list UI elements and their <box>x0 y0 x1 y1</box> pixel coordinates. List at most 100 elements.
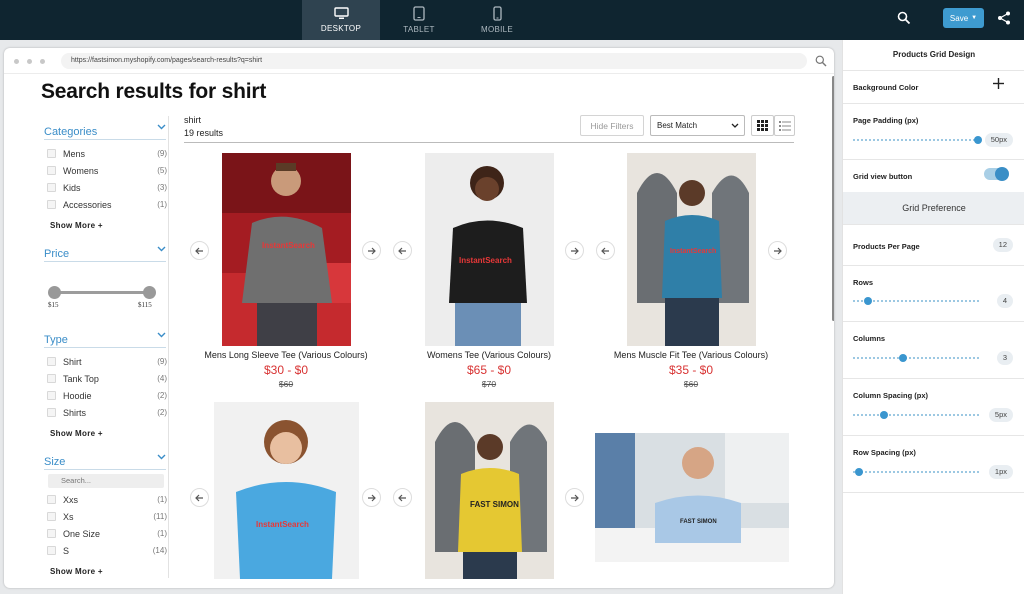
prev-image-button[interactable] <box>190 488 209 507</box>
slider-handle[interactable] <box>855 468 863 476</box>
tab-mobile[interactable]: MOBILE <box>458 0 536 40</box>
page-padding-label: Page Padding (px) <box>853 116 919 125</box>
settings-panel: Products Grid Design Background Color Pa… <box>842 40 1024 594</box>
products-per-page-row: Products Per Page 12 <box>843 224 1024 265</box>
row-spacing-label: Row Spacing (px) <box>853 448 916 457</box>
columns-row: Columns 3 <box>843 321 1024 378</box>
prev-image-button[interactable] <box>596 241 615 260</box>
filter-option[interactable]: Tank Top (4) <box>47 373 167 387</box>
size-search-input[interactable]: Search... <box>48 474 164 488</box>
filter-option[interactable]: Hoodie (2) <box>47 390 167 404</box>
background-color-label: Background Color <box>853 83 919 92</box>
rows-label: Rows <box>853 278 874 287</box>
slider-handle[interactable] <box>864 297 872 305</box>
product-title[interactable]: Womens Tee (Various Colours) <box>389 350 589 360</box>
checkbox[interactable] <box>47 149 56 158</box>
slider-handle[interactable] <box>880 411 888 419</box>
price-range-slider[interactable]: $15 $115 <box>48 286 156 309</box>
next-image-button[interactable] <box>565 488 584 507</box>
filter-option[interactable]: Shirts (2) <box>47 407 167 421</box>
filter-option[interactable]: Accessories (1) <box>47 199 167 213</box>
product-image[interactable]: InstantSearch <box>222 153 351 346</box>
next-image-button[interactable] <box>362 488 381 507</box>
shirt-logo-text: FAST SIMON <box>680 519 717 525</box>
sort-select[interactable]: Best Match <box>650 115 745 136</box>
product-image[interactable]: InstantSearch <box>627 153 756 346</box>
columns-slider[interactable] <box>853 357 979 359</box>
checkbox[interactable] <box>47 357 56 366</box>
column-spacing-label: Column Spacing (px) <box>853 391 928 400</box>
filter-option[interactable]: One Size (1) <box>47 528 167 542</box>
checkbox[interactable] <box>47 391 56 400</box>
product-image[interactable]: InstantSearch <box>425 153 554 346</box>
checkbox[interactable] <box>47 495 56 504</box>
slider-handle[interactable] <box>974 136 982 144</box>
show-more-button[interactable]: Show More + <box>50 221 103 230</box>
products-per-page-value[interactable]: 12 <box>992 238 1013 252</box>
row-spacing-slider[interactable] <box>853 471 979 473</box>
list-view-button[interactable] <box>774 115 795 136</box>
product-image[interactable]: FAST SIMON <box>595 433 789 562</box>
arrow-right-icon <box>368 247 376 254</box>
next-image-button[interactable] <box>768 241 787 260</box>
checkbox[interactable] <box>47 529 56 538</box>
share-icon[interactable] <box>997 11 1011 25</box>
filter-option[interactable]: Womens (5) <box>47 165 167 179</box>
slider-handle[interactable] <box>899 354 907 362</box>
filter-header-price[interactable]: Price <box>44 244 166 262</box>
search-icon[interactable] <box>815 55 827 67</box>
product-image[interactable]: FAST SIMON <box>425 402 554 579</box>
filter-header-categories[interactable]: Categories <box>44 122 166 140</box>
product-title[interactable]: Mens Muscle Fit Tee (Various Colours) <box>591 350 791 360</box>
page-padding-slider[interactable] <box>853 139 979 141</box>
prev-image-button[interactable] <box>190 241 209 260</box>
tab-desktop[interactable]: DESKTOP <box>302 0 380 40</box>
filter-option[interactable]: Shirt (9) <box>47 356 167 370</box>
product-image[interactable]: InstantSearch <box>214 402 359 579</box>
desktop-icon <box>333 7 349 19</box>
slider-max-handle[interactable] <box>143 286 156 299</box>
filter-option-label: Tank Top <box>63 374 99 384</box>
filter-option[interactable]: Xs (11) <box>47 511 167 525</box>
checkbox[interactable] <box>47 512 56 521</box>
grid-view-button[interactable] <box>751 115 774 136</box>
filter-option-count: (1) <box>157 200 167 209</box>
filter-option[interactable]: Kids (3) <box>47 182 167 196</box>
mobile-icon <box>492 6 502 21</box>
prev-image-button[interactable] <box>393 488 412 507</box>
scrollbar[interactable] <box>832 76 834 321</box>
slider-track <box>50 291 150 294</box>
page-padding-value: 50px <box>984 133 1013 147</box>
filter-option[interactable]: Mens (9) <box>47 148 167 162</box>
column-spacing-slider[interactable] <box>853 414 979 416</box>
search-icon[interactable] <box>897 11 911 25</box>
show-more-button[interactable]: Show More + <box>50 567 103 576</box>
checkbox[interactable] <box>47 200 56 209</box>
checkbox[interactable] <box>47 546 56 555</box>
plus-icon[interactable] <box>993 78 1004 89</box>
tab-tablet[interactable]: TABLET <box>380 0 458 40</box>
product-title[interactable]: Mens Long Sleeve Tee (Various Colours) <box>186 350 386 360</box>
show-more-button[interactable]: Show More + <box>50 429 103 438</box>
caret-down-icon: ▼ <box>971 15 978 21</box>
slider-min-handle[interactable] <box>48 286 61 299</box>
price-min-label: $15 <box>48 301 59 309</box>
grid-view-toggle[interactable] <box>984 167 1009 181</box>
save-button[interactable]: Save ▼ <box>943 8 984 28</box>
next-image-button[interactable] <box>362 241 381 260</box>
hide-filters-button[interactable]: Hide Filters <box>580 115 644 136</box>
filter-header-type[interactable]: Type <box>44 330 166 348</box>
shirt-logo-text: InstantSearch <box>262 241 315 250</box>
filter-option[interactable]: S (14) <box>47 545 167 559</box>
filter-header-size[interactable]: Size <box>44 452 166 470</box>
filter-option[interactable]: Xxs (1) <box>47 494 167 508</box>
checkbox[interactable] <box>47 374 56 383</box>
checkbox[interactable] <box>47 166 56 175</box>
checkbox[interactable] <box>47 183 56 192</box>
prev-image-button[interactable] <box>393 241 412 260</box>
url-bar[interactable]: https://fastsimon.myshopify.com/pages/se… <box>61 53 807 69</box>
next-image-button[interactable] <box>565 241 584 260</box>
product-photo: FAST SIMON <box>595 433 789 562</box>
rows-value: 4 <box>996 294 1013 308</box>
checkbox[interactable] <box>47 408 56 417</box>
